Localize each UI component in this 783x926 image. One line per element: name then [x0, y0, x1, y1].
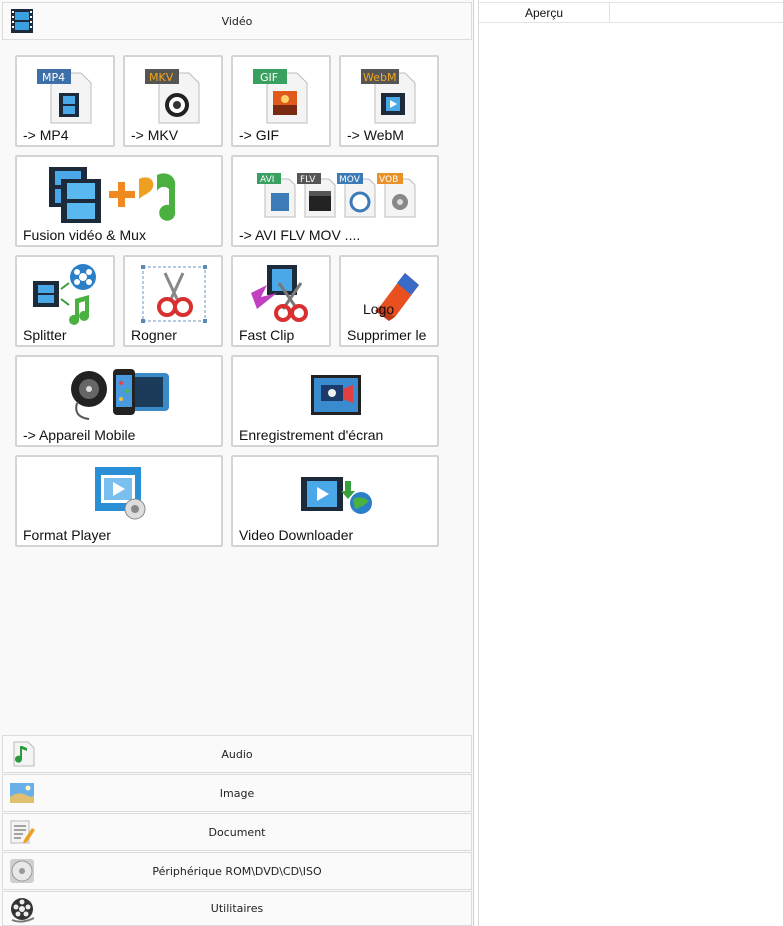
format-player-icon	[95, 467, 146, 520]
tile-format-player[interactable]: Format Player	[15, 455, 223, 547]
tile-label: -> MKV	[131, 127, 179, 143]
logo-text: Logo	[363, 301, 395, 317]
tile-label: -> Appareil Mobile	[23, 427, 136, 443]
tile-label: -> GIF	[239, 127, 280, 143]
tile-label: Fusion vidéo & Mux	[23, 227, 146, 243]
preview-column-header[interactable]: Aperçu	[479, 3, 610, 23]
category-utilities-label: Utilitaires	[210, 902, 264, 915]
mobile-device-icon	[71, 369, 169, 420]
video-downloader-icon	[301, 477, 372, 514]
app-window: Vidéo MP4 -> MP4 MKV -> MKV GIF -> GIF W…	[0, 0, 783, 926]
fast-clip-icon	[251, 265, 308, 322]
category-panel: Vidéo MP4 -> MP4 MKV -> MKV GIF -> GIF W…	[0, 0, 474, 926]
category-audio-label: Audio	[221, 747, 253, 761]
tile-to-mp4[interactable]: MP4 -> MP4	[15, 55, 115, 147]
preview-header: Aperçu	[479, 2, 783, 23]
merge-video-music-icon	[49, 167, 176, 223]
avi-badge-text: AVI	[260, 175, 274, 185]
mkv-file-icon: MKV	[145, 69, 200, 124]
category-image-header[interactable]: Image	[2, 774, 472, 812]
category-rom-header[interactable]: Périphérique ROM\DVD\CD\ISO	[2, 852, 472, 890]
tile-label: Enregistrement d'écran	[239, 427, 384, 443]
mp4-file-icon: MP4	[37, 69, 92, 124]
document-pencil-icon	[10, 820, 35, 844]
tile-label: -> MP4	[23, 127, 69, 143]
tile-label: Splitter	[23, 327, 67, 343]
category-document-label: Document	[208, 825, 266, 839]
tile-label: Rogner	[131, 327, 177, 343]
tile-supprimer-logo[interactable]: Logo Supprimer le	[339, 255, 439, 347]
tile-to-mkv[interactable]: MKV -> MKV	[123, 55, 223, 147]
tile-splitter[interactable]: Splitter	[15, 255, 115, 347]
video-tools-grid: MP4 -> MP4 MKV -> MKV GIF -> GIF WebM ->…	[0, 40, 474, 734]
film-reel-icon	[11, 898, 35, 923]
category-rom-label: Périphérique ROM\DVD\CD\ISO	[152, 864, 322, 878]
film-strip-icon	[11, 9, 33, 33]
tile-to-avi-flv-mov[interactable]: AVI FLV MOV VOB -> AVI FLV MOV ....	[231, 155, 439, 247]
crop-scissors-icon	[141, 265, 207, 323]
mov-badge-text: MOV	[339, 175, 361, 185]
tile-label: -> AVI FLV MOV ....	[239, 227, 361, 243]
mkv-badge-text: MKV	[149, 71, 174, 84]
flv-badge-text: FLV	[300, 175, 316, 185]
category-image-label: Image	[219, 786, 255, 800]
tile-label: Format Player	[23, 527, 111, 543]
multi-format-icon: AVI FLV MOV VOB	[257, 173, 416, 218]
tile-fusion-video-mux[interactable]: Fusion vidéo & Mux	[15, 155, 223, 247]
music-note-icon	[13, 741, 35, 767]
screen-record-icon	[311, 375, 361, 415]
tile-video-downloader[interactable]: Video Downloader	[231, 455, 439, 547]
category-document-header[interactable]: Document	[2, 813, 472, 851]
gif-badge-text: GIF	[260, 71, 278, 84]
tile-to-webm[interactable]: WebM -> WebM	[339, 55, 439, 147]
preview-tab-label: Aperçu	[524, 6, 564, 20]
tile-enregistrement-ecran[interactable]: Enregistrement d'écran	[231, 355, 439, 447]
tile-appareil-mobile[interactable]: -> Appareil Mobile	[15, 355, 223, 447]
tile-rogner[interactable]: Rogner	[123, 255, 223, 347]
preview-panel: Aperçu	[478, 0, 783, 926]
tile-to-gif[interactable]: GIF -> GIF	[231, 55, 331, 147]
vob-badge-text: VOB	[379, 175, 398, 185]
tile-label: Supprimer le	[347, 327, 427, 343]
category-video-header[interactable]: Vidéo	[2, 2, 472, 40]
category-video-label: Vidéo	[221, 14, 253, 28]
landscape-image-icon	[10, 783, 34, 803]
tile-label: -> WebM	[347, 127, 404, 143]
splitter-icon	[33, 264, 96, 325]
tile-fast-clip[interactable]: Fast Clip	[231, 255, 331, 347]
gif-file-icon: GIF	[253, 69, 308, 124]
tile-label: Fast Clip	[239, 327, 295, 343]
category-audio-header[interactable]: Audio	[2, 735, 472, 773]
tile-label: Video Downloader	[239, 527, 354, 543]
category-utilities-header[interactable]: Utilitaires	[2, 891, 472, 926]
webm-badge-text: WebM	[363, 71, 396, 84]
webm-file-icon: WebM	[361, 69, 416, 124]
disc-icon	[10, 859, 34, 883]
mp4-badge-text: MP4	[42, 71, 65, 84]
